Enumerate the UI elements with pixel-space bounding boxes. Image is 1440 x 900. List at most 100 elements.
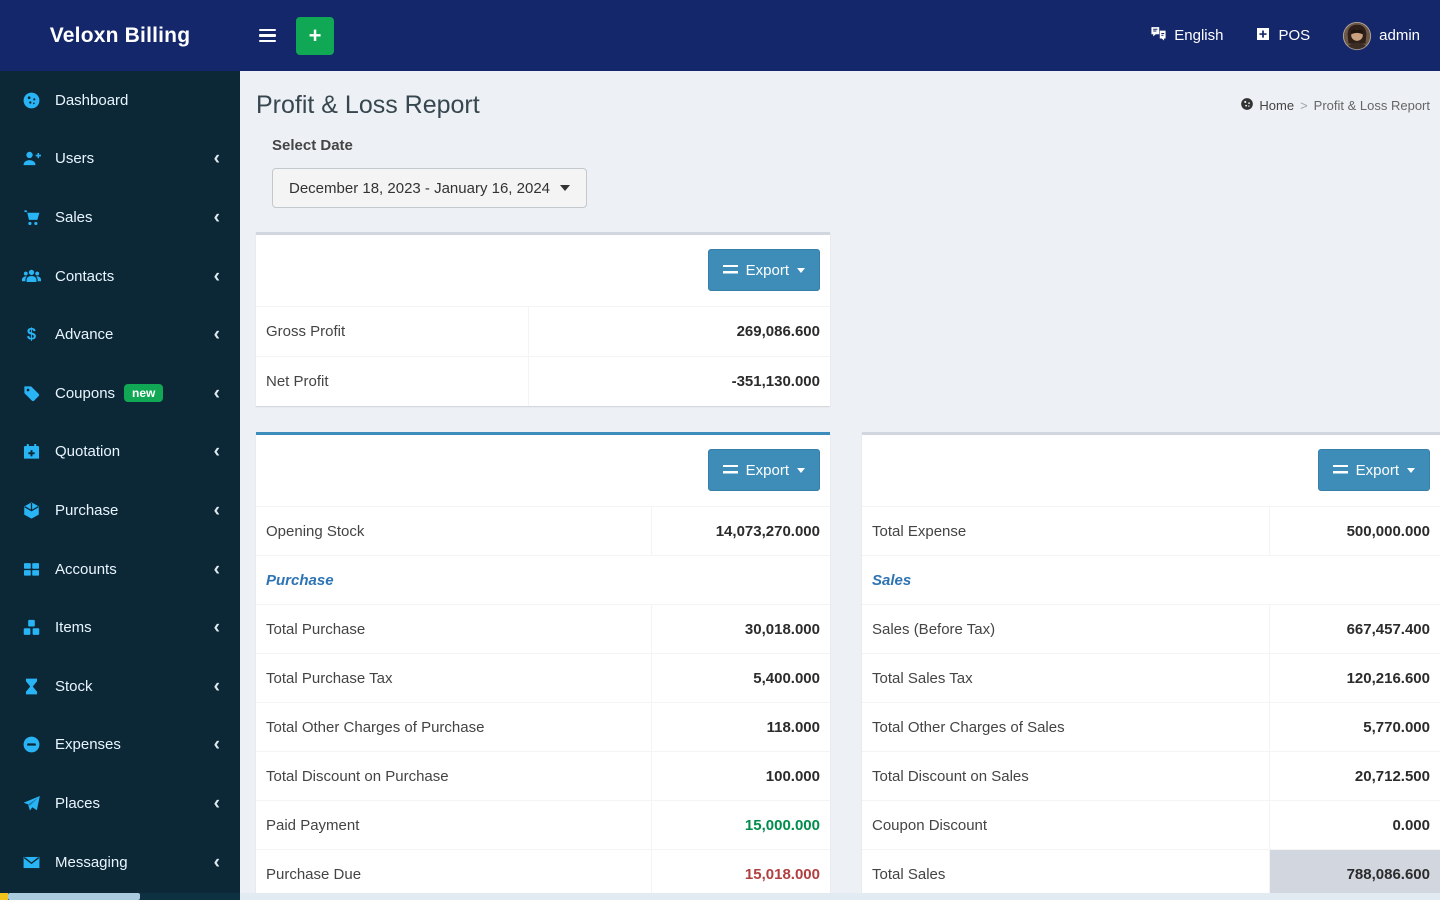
breadcrumb-current: Profit & Loss Report xyxy=(1313,98,1430,113)
caret-down-icon xyxy=(560,185,570,191)
sidebar-item-accounts[interactable]: Accounts ‹ xyxy=(0,540,240,599)
table-row: Total Sales Tax 120,216.600 xyxy=(862,653,1440,702)
sidebar-item-label: Dashboard xyxy=(55,91,129,109)
sidebar-item-places[interactable]: Places ‹ xyxy=(0,774,240,833)
top-navbar: Veloxn Billing + English POS admin xyxy=(0,0,1440,71)
sidebar-item-dashboard[interactable]: Dashboard xyxy=(0,71,240,130)
row-label: Total Purchase xyxy=(266,620,366,638)
row-value: 14,073,270.000 xyxy=(650,507,830,555)
export-button-summary[interactable]: Export xyxy=(707,249,820,291)
section-title: Purchase xyxy=(266,571,334,589)
sidebar-item-label: Contacts xyxy=(55,267,115,285)
table-row: Paid Payment 15,000.000 xyxy=(256,800,830,849)
sidebar-item-stock[interactable]: Stock ‹ xyxy=(0,657,240,716)
row-label: Total Purchase Tax xyxy=(266,669,393,687)
scrollbar-thumb[interactable] xyxy=(8,893,140,900)
row-value: 100.000 xyxy=(650,752,830,800)
places-icon xyxy=(22,794,44,813)
sales-card: Export Total Expense 500,000.000 Sales Sale… xyxy=(862,432,1440,898)
breadcrumb: Home > Profit & Loss Report xyxy=(1240,97,1430,114)
table-row: Opening Stock 14,073,270.000 xyxy=(256,506,830,555)
sidebar-item-messaging[interactable]: Messaging ‹ xyxy=(0,833,240,892)
main-content: Profit & Loss Report Home > Profit & Los… xyxy=(240,71,1440,900)
sidebar-item-users[interactable]: Users ‹ xyxy=(0,130,240,189)
sidebar-item-expenses[interactable]: Expenses ‹ xyxy=(0,716,240,775)
row-label: Sales (Before Tax) xyxy=(872,620,996,638)
purchase-table: Opening Stock 14,073,270.000 Purchase Total… xyxy=(256,506,830,898)
coupons-icon xyxy=(22,384,44,403)
items-icon xyxy=(22,618,44,637)
table-row: Total Purchase Tax 5,400.000 xyxy=(256,653,830,702)
sidebar-item-items[interactable]: Items ‹ xyxy=(0,598,240,657)
pos-button[interactable]: POS xyxy=(1243,18,1322,54)
table-row: Total Purchase 30,018.000 xyxy=(256,604,830,653)
sidebar-item-label: Users xyxy=(55,150,95,168)
row-label: Paid Payment xyxy=(266,816,360,834)
breadcrumb-home-link[interactable]: Home xyxy=(1240,97,1294,114)
table-row: Gross Profit 269,086.600 xyxy=(256,306,830,356)
sidebar-item-contacts[interactable]: Contacts ‹ xyxy=(0,247,240,306)
chevron-left-icon: ‹ xyxy=(213,499,220,521)
date-range-picker[interactable]: December 18, 2023 - January 16, 2024 xyxy=(272,168,587,208)
table-row: Net Profit -351,130.000 xyxy=(256,356,830,406)
row-label: Total Sales Tax xyxy=(872,669,973,687)
chevron-left-icon: ‹ xyxy=(213,206,220,228)
scrollbar-track[interactable] xyxy=(240,893,1440,900)
sidebar-item-label: Expenses xyxy=(55,736,121,754)
chevron-left-icon: ‹ xyxy=(213,441,220,463)
row-label: Total Discount on Sales xyxy=(872,767,1029,785)
table-row: Total Discount on Sales 20,712.500 xyxy=(862,751,1440,800)
chevron-left-icon: ‹ xyxy=(213,324,220,346)
sidebar-toggle-button[interactable] xyxy=(252,16,282,56)
sales-icon xyxy=(22,208,44,227)
horizontal-scrollbar[interactable] xyxy=(0,893,1440,900)
sidebar-item-purchase[interactable]: Purchase ‹ xyxy=(0,481,240,540)
sidebar-item-advance[interactable]: $ Advance ‹ xyxy=(0,305,240,364)
chevron-left-icon: ‹ xyxy=(213,851,220,873)
sidebar-item-label: Places xyxy=(55,794,101,812)
caret-down-icon xyxy=(797,467,805,473)
caret-down-icon xyxy=(1407,467,1415,473)
user-menu[interactable]: admin xyxy=(1330,13,1432,59)
quick-add-button[interactable]: + xyxy=(296,16,334,55)
chevron-left-icon: ‹ xyxy=(213,734,220,756)
row-value: 0.000 xyxy=(1269,801,1440,849)
pos-label: POS xyxy=(1278,27,1311,44)
caret-down-icon xyxy=(797,267,805,273)
hamburger-icon xyxy=(258,28,276,32)
table-row: Total Other Charges of Purchase 118.000 xyxy=(256,702,830,751)
sidebar-item-label: Stock xyxy=(55,677,93,695)
accounts-icon xyxy=(22,560,44,579)
sidebar-item-quotation[interactable]: Quotation ‹ xyxy=(0,423,240,482)
row-label: Gross Profit xyxy=(266,323,346,340)
row-label: Total Sales xyxy=(872,865,946,883)
contacts-icon xyxy=(22,267,44,286)
quotation-icon xyxy=(22,442,44,461)
sidebar: Dashboard Users ‹ Sales ‹ Contacts ‹ $ Advance ‹ C… xyxy=(0,71,240,900)
purchase-card: Export Opening Stock 14,073,270.000 Purcha… xyxy=(256,432,830,898)
row-value: 30,018.000 xyxy=(650,605,830,653)
sidebar-item-label: Purchase xyxy=(55,501,119,519)
chevron-left-icon: ‹ xyxy=(213,382,220,404)
sidebar-item-label: Accounts xyxy=(55,560,117,578)
list-icon xyxy=(722,264,738,276)
row-value: 500,000.000 xyxy=(1269,507,1440,555)
sidebar-item-coupons[interactable]: Coupons new ‹ xyxy=(0,364,240,423)
row-value: 15,018.000 xyxy=(650,850,830,898)
table-row: Total Other Charges of Sales 5,770.000 xyxy=(862,702,1440,751)
sidebar-item-label: Sales xyxy=(55,208,93,226)
sidebar-item-label: Messaging xyxy=(55,853,128,871)
purchase-icon xyxy=(22,501,44,520)
new-badge: new xyxy=(124,384,164,403)
sidebar-menu: Dashboard Users ‹ Sales ‹ Contacts ‹ $ Advance ‹ C… xyxy=(0,71,240,891)
language-label: English xyxy=(1174,27,1224,44)
language-menu[interactable]: English xyxy=(1138,17,1235,54)
row-value: -351,130.000 xyxy=(528,357,830,406)
sidebar-item-label: Items xyxy=(55,619,92,637)
sidebar-item-sales[interactable]: Sales ‹ xyxy=(0,188,240,247)
summary-card: Export Gross Profit 269,086.600 Net Profit… xyxy=(256,232,830,406)
scrollbar-track[interactable] xyxy=(140,893,240,900)
export-button-sales[interactable]: Export xyxy=(1317,449,1430,491)
app-logo[interactable]: Veloxn Billing xyxy=(0,0,240,71)
export-button-purchase[interactable]: Export xyxy=(707,449,820,491)
